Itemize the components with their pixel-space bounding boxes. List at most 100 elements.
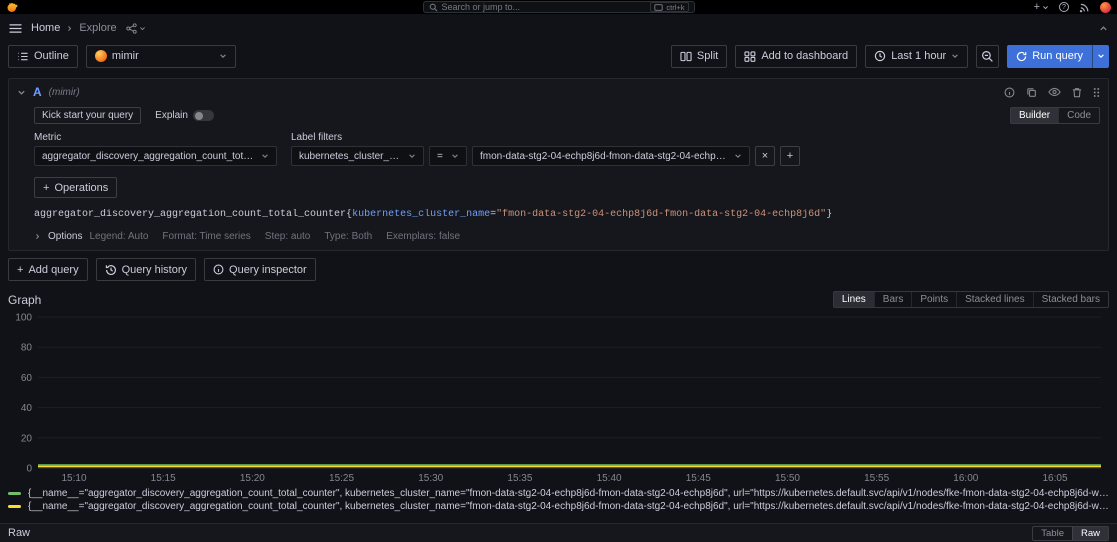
options-summary: Legend: AutoFormat: Time seriesStep: aut… [89,231,460,242]
explain-toggle[interactable] [193,110,214,121]
filter-operator-value: = [437,151,443,162]
chevron-down-icon [219,52,227,60]
time-range-picker[interactable]: Last 1 hour [865,45,968,68]
legend-series-color [8,505,21,508]
chevron-down-icon [1097,52,1105,60]
legend-series-label: {__name__="aggregator_discovery_aggregat… [28,501,1109,512]
user-avatar[interactable] [1100,2,1111,13]
drag-handle-icon[interactable] [1093,87,1100,98]
raw-panel-title: Raw [8,527,30,539]
filter-operator-select[interactable]: = [429,146,467,166]
news-icon[interactable] [1079,2,1090,13]
graph-panel: Graph LinesBarsPointsStacked linesStacke… [8,291,1109,513]
search-field[interactable] [442,2,647,12]
info-icon[interactable] [1004,87,1015,98]
plus-icon: + [43,182,49,194]
remove-filter-button[interactable]: × [755,146,775,166]
grafana-logo-icon[interactable] [6,1,18,13]
zoom-out-icon [981,50,994,63]
option-meta-item: Exemplars: false [386,231,460,242]
svg-text:15:50: 15:50 [775,473,800,484]
breadcrumb-current: Explore [79,22,116,34]
run-query-button[interactable]: Run query [1007,45,1092,68]
collapse-query-icon[interactable] [17,88,26,97]
raw-mode-toggle: TableRaw [1032,526,1109,541]
time-range-label: Last 1 hour [891,50,946,62]
search-input[interactable]: ctrl+k [423,1,695,13]
add-to-dashboard-label: Add to dashboard [761,50,848,62]
metric-select[interactable]: aggregator_discovery_aggregation_count_t… [34,146,277,166]
add-filter-button[interactable]: + [780,146,800,166]
kickstart-query-button[interactable]: Kick start your query [34,107,141,124]
legend-series-color [8,492,21,495]
raw-mode-table[interactable]: Table [1033,527,1072,540]
close-icon: × [762,151,768,162]
share-shortcut-button[interactable] [126,23,146,34]
query-datasource-hint: (mimir) [49,87,80,98]
raw-mode-raw[interactable]: Raw [1072,527,1108,540]
clock-icon [874,50,886,62]
graph-mode-points[interactable]: Points [911,292,956,307]
chevron-down-icon [408,152,416,160]
svg-text:100: 100 [15,313,32,324]
option-meta-item: Step: auto [265,231,311,242]
collapse-top-icon[interactable] [1099,24,1108,33]
help-icon[interactable]: ? [1059,2,1069,12]
graph-mode-bars[interactable]: Bars [874,292,912,307]
time-series-chart[interactable]: 02040608010015:1015:1515:2015:2515:3015:… [8,310,1109,486]
query-inspector-button[interactable]: Query inspector [204,258,316,281]
zoom-out-button[interactable] [976,45,999,68]
shortcut-label: ctrl+k [666,3,684,12]
chevron-down-icon [951,52,959,60]
svg-text:15:30: 15:30 [418,473,443,484]
split-button[interactable]: Split [671,45,727,68]
menu-toggle-icon[interactable] [9,23,22,34]
run-query-group: Run query [1007,45,1109,68]
refresh-icon [1016,51,1027,62]
breadcrumb-separator-icon [66,25,73,32]
chevron-down-icon [261,152,269,160]
graph-mode-lines[interactable]: Lines [834,292,874,307]
dashboard-grid-icon [744,51,756,62]
add-operation-button[interactable]: + Operations [34,177,117,198]
filter-value-select[interactable]: fmon-data-stg2-04-echp8j6d-fmon-data-stg… [472,146,750,166]
plus-icon: + [17,264,23,276]
editor-mode-builder[interactable]: Builder [1011,108,1058,123]
graph-mode-stacked-bars[interactable]: Stacked bars [1033,292,1108,307]
options-label[interactable]: Options [48,231,82,242]
svg-text:15:25: 15:25 [329,473,354,484]
query-actions-row: + Add query Query history Query inspecto… [8,258,1109,281]
outline-button[interactable]: Outline [8,45,78,68]
new-menu-button[interactable]: + [1034,2,1049,13]
filter-key-select[interactable]: kubernetes_cluster_name [291,146,424,166]
split-icon [680,51,692,62]
svg-text:60: 60 [21,373,33,384]
svg-text:15:40: 15:40 [597,473,622,484]
explain-label: Explain [155,110,188,121]
add-query-button[interactable]: + Add query [8,258,88,281]
graph-mode-stacked-lines[interactable]: Stacked lines [956,292,1032,307]
legend-item[interactable]: {__name__="aggregator_discovery_aggregat… [8,487,1109,500]
editor-mode-code[interactable]: Code [1058,108,1099,123]
plus-icon: + [1034,2,1040,13]
svg-text:15:15: 15:15 [151,473,176,484]
datasource-picker[interactable]: mimir [86,45,236,68]
query-history-button[interactable]: Query history [96,258,196,281]
editor-mode-toggle: BuilderCode [1010,107,1100,124]
run-query-label: Run query [1032,50,1083,62]
option-meta-item: Type: Both [324,231,372,242]
hide-response-eye-icon[interactable] [1048,87,1061,97]
option-meta-item: Legend: Auto [89,231,148,242]
graph-style-toggle: LinesBarsPointsStacked linesStacked bars [833,291,1109,308]
legend-item[interactable]: {__name__="aggregator_discovery_aggregat… [8,500,1109,513]
run-query-dropdown[interactable] [1092,45,1109,68]
options-expand-icon[interactable] [34,233,41,240]
add-to-dashboard-button[interactable]: Add to dashboard [735,45,857,68]
legend-series-label: {__name__="aggregator_discovery_aggregat… [28,488,1109,499]
duplicate-query-icon[interactable] [1026,87,1037,98]
preview-metric: aggregator_discovery_aggregation_count_t… [34,209,346,220]
query-ref-id[interactable]: A [33,85,42,99]
remove-query-trash-icon[interactable] [1072,87,1082,98]
breadcrumb-home[interactable]: Home [31,22,60,34]
operations-label: Operations [54,182,108,194]
